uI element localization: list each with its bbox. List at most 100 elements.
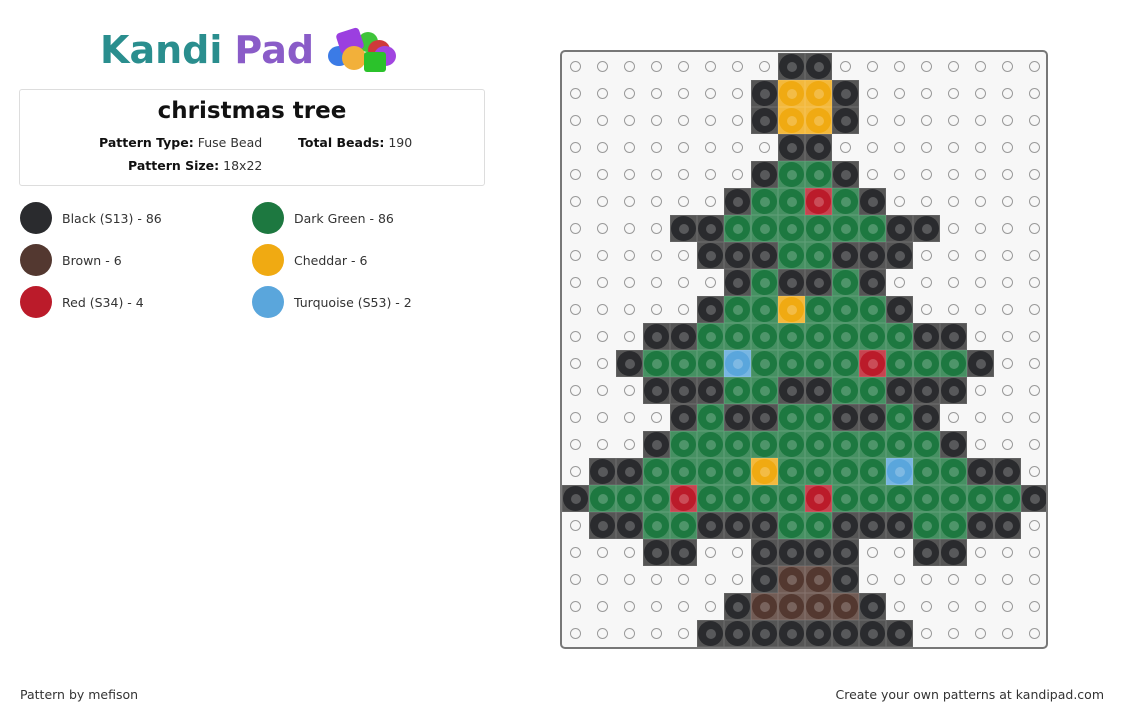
bead	[940, 539, 967, 566]
empty-peg	[940, 215, 967, 242]
empty-peg	[859, 566, 886, 593]
empty-peg	[940, 566, 967, 593]
empty-peg	[967, 431, 994, 458]
bead	[616, 485, 643, 512]
empty-peg	[913, 269, 940, 296]
empty-peg	[589, 377, 616, 404]
empty-peg	[562, 512, 589, 539]
bead	[913, 458, 940, 485]
kandipad-logo[interactable]: Kandi Pad	[100, 26, 398, 74]
empty-peg	[643, 242, 670, 269]
bead	[724, 242, 751, 269]
bead	[859, 512, 886, 539]
empty-peg	[967, 161, 994, 188]
empty-peg	[616, 107, 643, 134]
empty-peg	[967, 215, 994, 242]
bead	[697, 242, 724, 269]
bead	[805, 458, 832, 485]
empty-peg	[616, 404, 643, 431]
empty-peg	[940, 107, 967, 134]
empty-peg	[589, 242, 616, 269]
bead	[562, 485, 589, 512]
bead	[832, 485, 859, 512]
bead	[967, 512, 994, 539]
empty-peg	[940, 80, 967, 107]
empty-peg	[589, 107, 616, 134]
empty-peg	[1021, 593, 1046, 620]
bead	[724, 269, 751, 296]
empty-peg	[589, 296, 616, 323]
bead	[643, 431, 670, 458]
bead	[805, 215, 832, 242]
empty-peg	[562, 188, 589, 215]
empty-peg	[562, 593, 589, 620]
bead	[886, 458, 913, 485]
bead	[697, 323, 724, 350]
bead	[751, 377, 778, 404]
empty-peg	[886, 566, 913, 593]
empty-peg	[670, 269, 697, 296]
bead	[805, 593, 832, 620]
empty-peg	[670, 80, 697, 107]
bead	[643, 458, 670, 485]
legend-item: Black (S13) - 86	[20, 202, 162, 234]
bead	[751, 404, 778, 431]
bead	[778, 323, 805, 350]
pattern-type: Pattern Type: Fuse Bead	[99, 135, 262, 150]
bead	[832, 620, 859, 647]
empty-peg	[1021, 377, 1046, 404]
bead	[778, 161, 805, 188]
bead	[670, 404, 697, 431]
empty-peg	[940, 53, 967, 80]
bead	[805, 620, 832, 647]
empty-peg	[643, 188, 670, 215]
bead	[778, 269, 805, 296]
empty-peg	[589, 188, 616, 215]
empty-peg	[589, 80, 616, 107]
bead	[913, 431, 940, 458]
kandipad-promo-link[interactable]: Create your own patterns at kandipad.com	[835, 687, 1104, 702]
empty-peg	[589, 161, 616, 188]
bead	[994, 512, 1021, 539]
empty-peg	[697, 539, 724, 566]
bead	[805, 323, 832, 350]
bead	[886, 350, 913, 377]
bead	[778, 539, 805, 566]
empty-peg	[643, 620, 670, 647]
empty-peg	[1021, 161, 1046, 188]
bead	[805, 539, 832, 566]
empty-peg	[616, 593, 643, 620]
bead	[670, 485, 697, 512]
empty-peg	[616, 431, 643, 458]
bead	[751, 242, 778, 269]
empty-peg	[994, 53, 1021, 80]
bead	[670, 215, 697, 242]
empty-peg	[994, 350, 1021, 377]
empty-peg	[616, 215, 643, 242]
empty-peg	[940, 269, 967, 296]
bead	[886, 323, 913, 350]
bead	[697, 485, 724, 512]
bead	[994, 485, 1021, 512]
empty-peg	[562, 161, 589, 188]
bead	[805, 134, 832, 161]
bead	[589, 485, 616, 512]
bead	[805, 431, 832, 458]
empty-peg	[562, 242, 589, 269]
legend-item: Red (S34) - 4	[20, 286, 144, 318]
empty-peg	[967, 188, 994, 215]
bead	[832, 269, 859, 296]
bead	[967, 350, 994, 377]
empty-peg	[670, 134, 697, 161]
bead	[859, 215, 886, 242]
empty-peg	[616, 80, 643, 107]
bead-grid	[562, 53, 1046, 647]
bead	[940, 485, 967, 512]
empty-peg	[913, 566, 940, 593]
bead	[913, 350, 940, 377]
bead	[724, 431, 751, 458]
empty-peg	[913, 80, 940, 107]
empty-peg	[562, 269, 589, 296]
bead	[913, 512, 940, 539]
bead	[832, 242, 859, 269]
